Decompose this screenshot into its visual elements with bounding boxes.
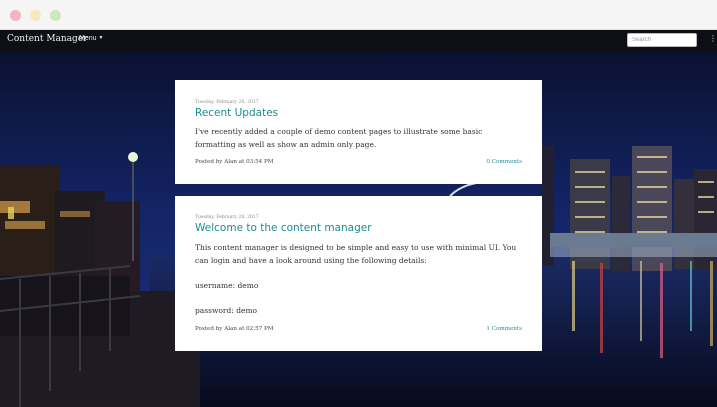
navbar: Content Manager Menu▼ ⋮ [0,30,717,51]
maximize-window-button[interactable] [50,10,61,21]
menu-label: Menu [79,35,97,42]
search-input[interactable] [627,33,697,47]
window-titlebar [0,0,717,30]
comments-link[interactable]: 1 Comments [486,326,522,332]
post-date: Tuesday, February 28, 2017 [195,100,259,105]
comments-link[interactable]: 0 Comments [486,159,522,165]
post-title-link[interactable]: Recent Updates [195,107,278,119]
close-window-button[interactable] [10,10,21,21]
post-card: Tuesday, February 28, 2017 Welcome to th… [175,196,542,351]
post-title-link[interactable]: Welcome to the content manager [195,222,372,234]
post-body-paragraph: This content manager is designed to be s… [195,243,517,265]
post-date: Tuesday, February 28, 2017 [195,215,259,220]
kebab-menu-icon[interactable]: ⋮ [709,34,717,43]
menu-dropdown[interactable]: Menu ▼ [79,35,103,42]
post-body-paragraph: I've recently added a couple of demo con… [195,127,483,149]
post-body-paragraph: username: demo [195,281,259,290]
post-body-paragraph: password: demo [195,306,258,315]
post-meta: Posted by Alan at 02:57 PM [195,326,274,332]
caret-down-icon: ▼ [98,35,104,41]
post-meta: Posted by Alan at 03:54 PM [195,159,274,165]
brand-link[interactable]: Content Manager [7,34,87,44]
post-card: Tuesday, February 28, 2017 Recent Update… [175,80,542,184]
minimize-window-button[interactable] [30,10,41,21]
